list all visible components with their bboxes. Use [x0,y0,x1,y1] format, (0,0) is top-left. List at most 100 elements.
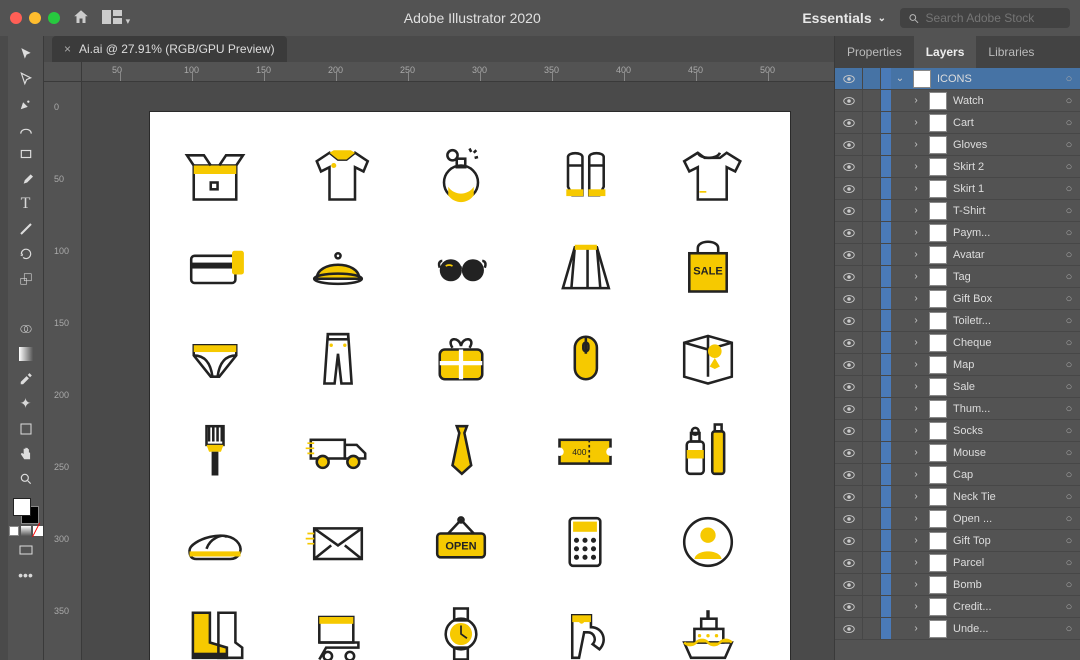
layer-row[interactable]: ›Cart○ [835,112,1080,134]
target-icon[interactable]: ○ [1058,205,1080,217]
visibility-toggle[interactable] [835,200,863,221]
layer-name[interactable]: T-Shirt [951,205,1058,217]
box-icon[interactable] [178,140,252,208]
lock-toggle[interactable] [863,332,881,353]
expand-toggle[interactable]: › [907,601,925,612]
arrange-documents-icon[interactable]: ▾ [102,10,130,27]
screen-mode[interactable] [12,538,40,561]
target-icon[interactable]: ○ [1058,227,1080,239]
layer-name[interactable]: Avatar [951,249,1058,261]
lock-toggle[interactable] [863,618,881,639]
toiletries-icon[interactable] [671,416,745,484]
visibility-toggle[interactable] [835,398,863,419]
target-icon[interactable]: ○ [1058,271,1080,283]
layer-row[interactable]: ›Cap○ [835,464,1080,486]
skirt-icon[interactable] [548,232,622,300]
curvature-tool[interactable] [12,117,40,140]
expand-toggle[interactable]: › [907,557,925,568]
target-icon[interactable]: ○ [1058,447,1080,459]
layer-name[interactable]: Gift Top [951,535,1058,547]
expand-toggle[interactable]: › [907,271,925,282]
expand-toggle[interactable]: › [907,447,925,458]
expand-toggle[interactable]: › [907,183,925,194]
target-icon[interactable]: ○ [1058,139,1080,151]
tshirt-icon[interactable] [671,140,745,208]
lock-toggle[interactable] [863,442,881,463]
layer-row[interactable]: ›Skirt 2○ [835,156,1080,178]
search-field[interactable] [900,8,1070,28]
layer-row[interactable]: ›Socks○ [835,420,1080,442]
document-tab[interactable]: × Ai.ai @ 27.91% (RGB/GPU Preview) [52,36,287,62]
layer-row[interactable]: ›Open ...○ [835,508,1080,530]
sale-bag-icon[interactable] [671,232,745,300]
layer-row[interactable]: ›Watch○ [835,90,1080,112]
sandal-icon[interactable] [178,508,252,576]
layer-name[interactable]: Socks [951,425,1058,437]
visibility-toggle[interactable] [835,68,863,89]
pants-icon[interactable] [301,324,375,392]
gradient-tool[interactable] [12,342,40,365]
layer-row[interactable]: ⌄ICONS○ [835,68,1080,90]
expand-toggle[interactable]: › [907,381,925,392]
layer-row[interactable]: › Tag○ [835,266,1080,288]
vertical-ruler[interactable]: 050100150200250300350 [44,82,82,660]
visibility-toggle[interactable] [835,244,863,265]
avatar-icon[interactable] [671,508,745,576]
layer-name[interactable]: Map [951,359,1058,371]
lock-toggle[interactable] [863,90,881,111]
direct-selection-tool[interactable] [12,67,40,90]
expand-toggle[interactable]: › [907,425,925,436]
search-input[interactable] [926,11,1062,25]
watch-icon[interactable] [424,600,498,660]
shape-builder-tool[interactable] [12,317,40,340]
polo-shirt-icon[interactable] [301,140,375,208]
visibility-toggle[interactable] [835,618,863,639]
layer-name[interactable]: Open ... [951,513,1058,525]
ticket-icon[interactable] [548,416,622,484]
canvas[interactable] [82,82,834,660]
layer-row[interactable]: ›Paym...○ [835,222,1080,244]
map-pin-icon[interactable] [671,324,745,392]
layer-name[interactable]: Thum... [951,403,1058,415]
expand-toggle[interactable]: › [907,623,925,634]
layer-row[interactable]: ›Parcel○ [835,552,1080,574]
ship-icon[interactable] [671,600,745,660]
expand-toggle[interactable]: › [907,535,925,546]
lock-toggle[interactable] [863,156,881,177]
layer-name[interactable]: Watch [951,95,1058,107]
expand-toggle[interactable]: › [907,139,925,150]
lock-toggle[interactable] [863,288,881,309]
none-mode[interactable]: ╱ [33,526,43,536]
expand-toggle[interactable]: › [907,491,925,502]
workspace-switcher[interactable]: Essentials ⌄ [802,10,886,26]
visibility-toggle[interactable] [835,376,863,397]
calculator-icon[interactable] [548,508,622,576]
lock-toggle[interactable] [863,310,881,331]
lock-toggle[interactable] [863,530,881,551]
layer-name[interactable]: Tag [951,271,1058,283]
color-mode[interactable] [9,526,19,536]
target-icon[interactable]: ○ [1058,359,1080,371]
maximize-window-button[interactable] [48,12,60,24]
expand-toggle[interactable]: › [907,469,925,480]
envelope-icon[interactable] [301,508,375,576]
visibility-toggle[interactable] [835,552,863,573]
lock-toggle[interactable] [863,134,881,155]
lock-toggle[interactable] [863,112,881,133]
layer-row[interactable]: ›Skirt 1○ [835,178,1080,200]
visibility-toggle[interactable] [835,486,863,507]
edit-toolbar[interactable]: ••• [12,563,40,586]
open-sign-icon[interactable] [424,508,498,576]
visibility-toggle[interactable] [835,156,863,177]
expand-toggle[interactable]: › [907,293,925,304]
gradient-mode[interactable] [21,526,31,536]
dryer-icon[interactable] [548,600,622,660]
lock-toggle[interactable] [863,486,881,507]
visibility-toggle[interactable] [835,442,863,463]
target-icon[interactable]: ○ [1058,183,1080,195]
target-icon[interactable]: ○ [1058,293,1080,305]
panel-tab-libraries[interactable]: Libraries [976,36,1046,68]
layer-row[interactable]: ›Map○ [835,354,1080,376]
visibility-toggle[interactable] [835,508,863,529]
close-window-button[interactable] [10,12,22,24]
